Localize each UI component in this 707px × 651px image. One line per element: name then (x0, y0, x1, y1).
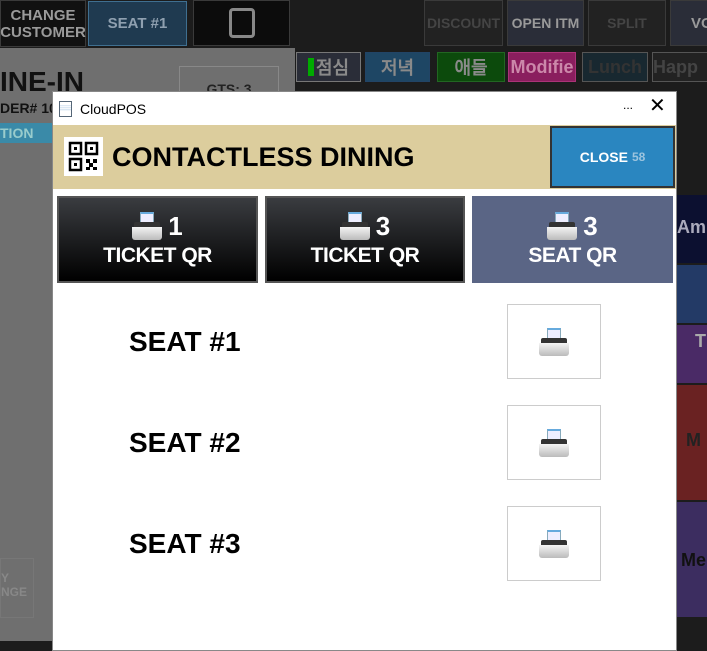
side-item-t[interactable]: T (677, 325, 707, 383)
side-item-m[interactable]: M (677, 385, 707, 500)
bottom-left-button[interactable]: Y NGE (0, 558, 34, 618)
section-tab[interactable]: TION (0, 123, 52, 143)
print-seat-qr-button[interactable]: 3 SEAT QR (472, 196, 673, 283)
printer-icon (539, 327, 569, 356)
category-lunch[interactable]: Lunch (582, 52, 648, 82)
print-seat-3-button[interactable] (507, 506, 601, 581)
printer-icon (547, 211, 578, 240)
printer-icon (339, 211, 370, 240)
discount-button[interactable]: DISCOUNT (424, 0, 503, 46)
category-kids-kr[interactable]: 애들 (437, 52, 505, 82)
side-item-me[interactable]: Me (677, 502, 707, 617)
close-button[interactable]: CLOSE 58 (550, 126, 675, 188)
category-happy[interactable]: Happ (652, 52, 707, 82)
close-window-button[interactable]: ✕ (649, 96, 666, 116)
order-number: DER# 10 (0, 100, 57, 116)
dialog-title: CONTACTLESS DINING (112, 142, 415, 172)
seat-button[interactable]: SEAT #1 (88, 1, 187, 46)
window-title: CloudPOS (80, 100, 147, 117)
printer-icon (539, 529, 569, 558)
category-lunch-kr[interactable]: 점심 (296, 52, 361, 82)
dialog-header: CONTACTLESS DINING CLOSE 58 (53, 125, 676, 189)
void-button[interactable]: VO (670, 0, 707, 46)
seat-label: SEAT #3 (129, 528, 241, 559)
open-item-button[interactable]: OPEN ITM (507, 0, 584, 46)
printer-icon (132, 211, 163, 240)
print-ticket-qr-1-button[interactable]: 1 TICKET QR (57, 196, 258, 283)
print-ticket-qr-3-button[interactable]: 3 TICKET QR (265, 196, 465, 283)
split-button[interactable]: SPLIT (588, 0, 666, 46)
category-modifier[interactable]: Modifie (508, 52, 576, 82)
seat-label: SEAT #2 (129, 427, 241, 458)
contactless-dining-dialog: CloudPOS ... ✕ CONTACTLESS DINING CLOSE … (52, 91, 677, 651)
change-customer-button[interactable]: CHANGE CUSTOMER (0, 0, 86, 47)
side-item-am[interactable]: Am (677, 195, 707, 263)
minimize-button[interactable]: ... (623, 98, 633, 112)
printer-icon (539, 428, 569, 457)
category-dinner-kr[interactable]: 저녁 (365, 52, 430, 82)
qr-icon (228, 8, 255, 38)
print-seat-1-button[interactable] (507, 304, 601, 379)
print-seat-2-button[interactable] (507, 405, 601, 480)
close-label: CLOSE (579, 149, 628, 165)
title-bar: CloudPOS ... ✕ (53, 92, 676, 125)
seat-label: SEAT #1 (129, 326, 241, 357)
qr-button[interactable] (193, 0, 290, 46)
close-countdown: 58 (631, 150, 646, 164)
document-icon (59, 100, 72, 117)
side-item-image[interactable] (677, 265, 707, 323)
qr-code-icon (64, 137, 103, 176)
